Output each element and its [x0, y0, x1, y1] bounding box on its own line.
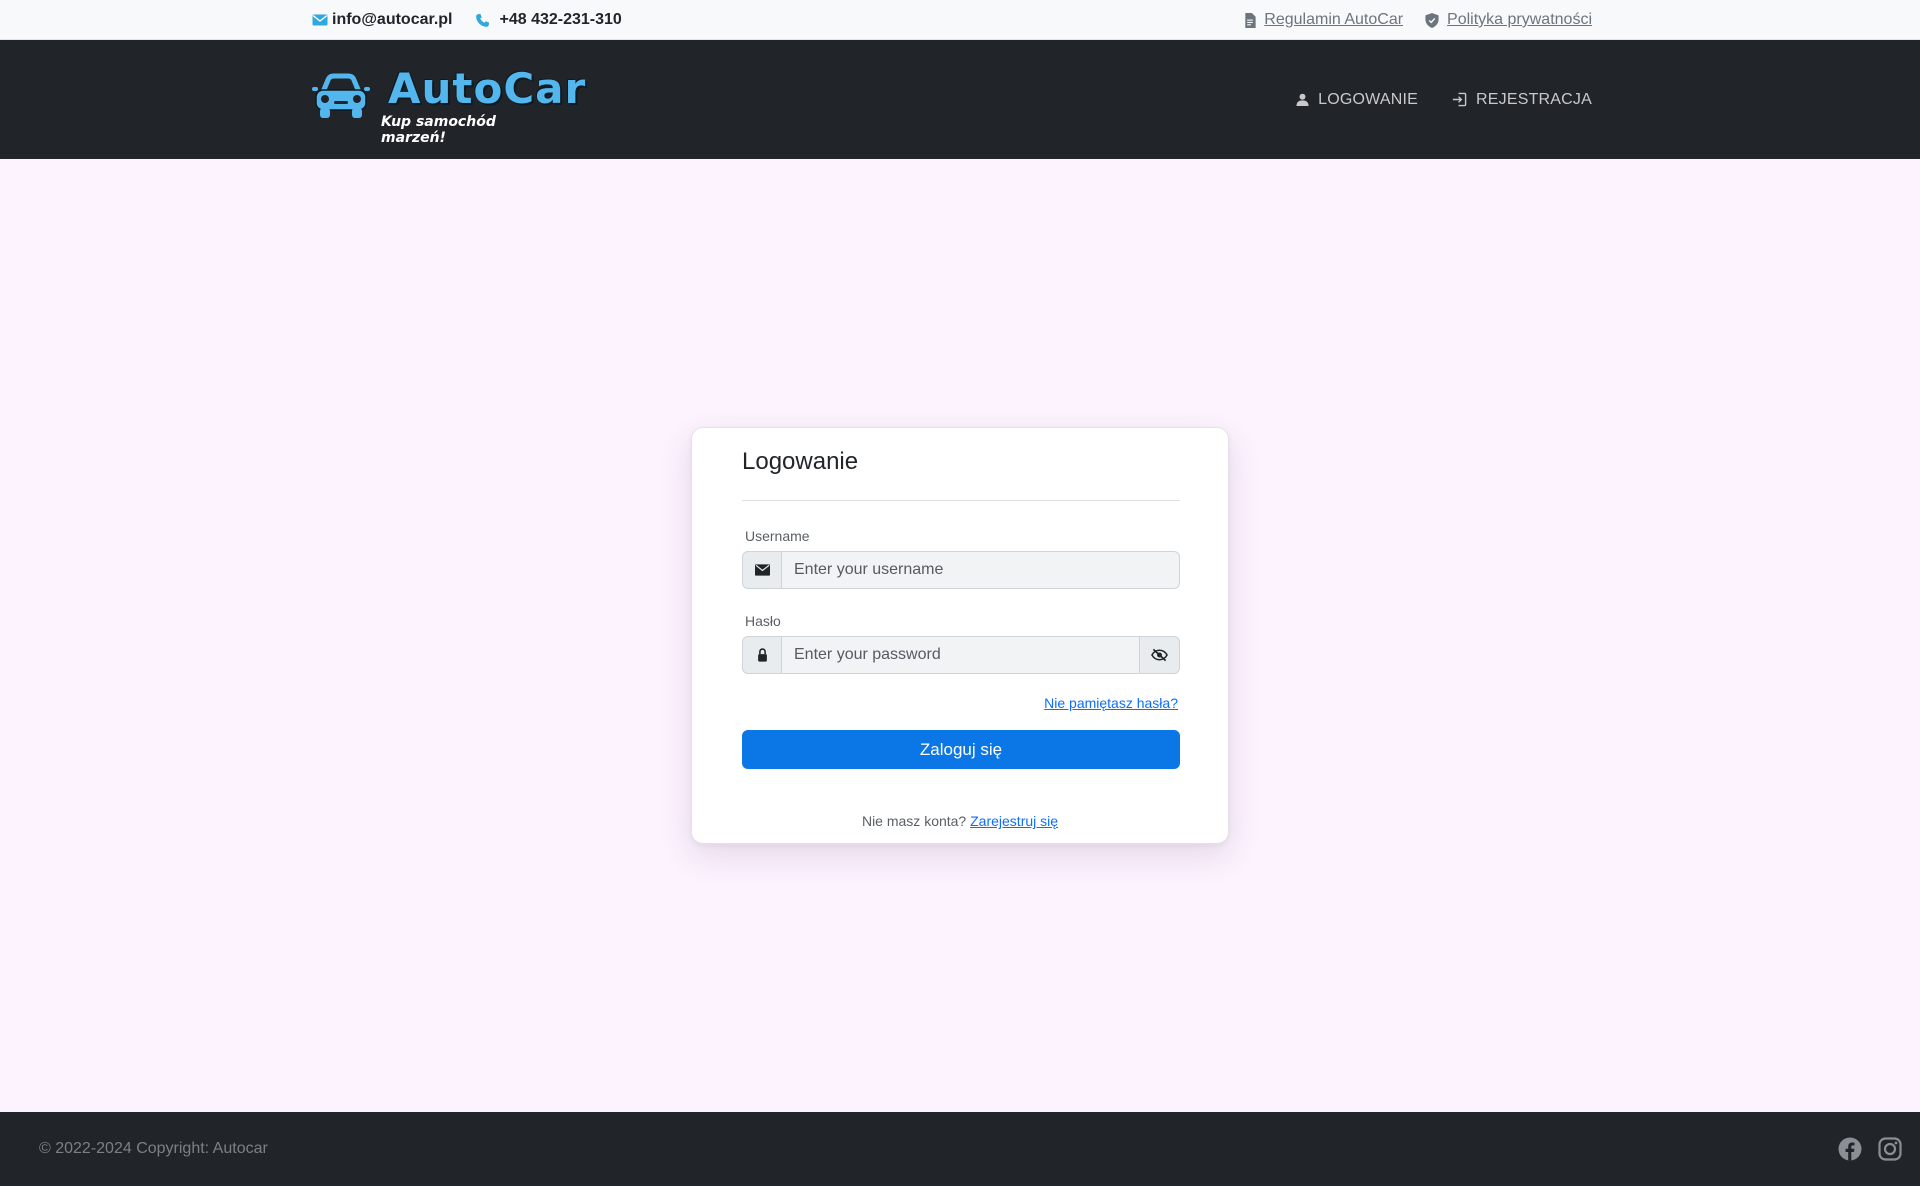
register-prompt: Nie masz konta? Zarejestruj się	[692, 813, 1228, 829]
nav-register-label: REJESTRACJA	[1476, 90, 1592, 108]
terms-link-text: Regulamin AutoCar	[1264, 11, 1404, 28]
login-submit-button[interactable]: Zaloguj się	[742, 730, 1180, 769]
password-addon	[742, 636, 782, 674]
sign-in-icon	[1452, 92, 1467, 107]
privacy-link-text: Polityka prywatności	[1447, 11, 1592, 28]
email-contact[interactable]: info@autocar.pl	[312, 11, 453, 29]
footer: © 2022-2024 Copyright: Autocar	[0, 1112, 1920, 1186]
phone-text: +48 432-231-310	[499, 11, 622, 28]
car-icon	[312, 73, 370, 118]
password-field-group	[742, 636, 1180, 674]
lock-icon	[757, 648, 767, 662]
envelope-icon	[754, 564, 770, 576]
username-field-group	[742, 551, 1180, 589]
facebook-icon[interactable]	[1838, 1137, 1862, 1161]
envelope-icon	[312, 14, 328, 26]
toggle-password-button[interactable]	[1140, 636, 1180, 674]
main-navbar: AutoCar Kup samochód marzeń! LOGOWANIE R…	[0, 40, 1920, 159]
eye-slash-icon	[1151, 648, 1168, 662]
user-icon	[1296, 93, 1309, 106]
password-label: Hasło	[745, 613, 781, 629]
nav-register-link[interactable]: REJESTRACJA	[1452, 91, 1592, 109]
phone-icon	[475, 13, 489, 27]
document-icon	[1245, 12, 1256, 28]
shield-icon	[1425, 12, 1439, 28]
username-input[interactable]	[782, 551, 1180, 589]
no-account-text: Nie masz konta?	[861, 813, 967, 829]
login-card: Logowanie Username Hasło Nie pa	[691, 427, 1229, 844]
brand-name: AutoCar	[388, 64, 587, 113]
phone-contact[interactable]: +48 432-231-310	[475, 11, 622, 29]
brand-logo[interactable]: AutoCar Kup samochód marzeń!	[312, 64, 585, 146]
top-contact-bar: info@autocar.pl +48 432-231-310 Regulami…	[0, 0, 1920, 40]
instagram-icon[interactable]	[1878, 1137, 1902, 1161]
privacy-link[interactable]: Polityka prywatności	[1425, 11, 1592, 29]
forgot-password-link[interactable]: Nie pamiętasz hasła?	[1044, 695, 1178, 711]
copyright-text: © 2022-2024 Copyright: Autocar	[39, 1140, 268, 1157]
register-link[interactable]: Zarejestruj się	[970, 813, 1058, 829]
brand-tagline: Kup samochód marzeń!	[381, 114, 496, 146]
nav-login-link[interactable]: LOGOWANIE	[1296, 91, 1418, 109]
terms-link[interactable]: Regulamin AutoCar	[1244, 11, 1403, 29]
email-text: info@autocar.pl	[332, 11, 453, 28]
nav-login-label: LOGOWANIE	[1318, 90, 1418, 108]
password-input[interactable]	[782, 636, 1140, 674]
title-divider	[742, 500, 1180, 501]
username-label: Username	[745, 528, 810, 544]
login-title: Logowanie	[742, 448, 859, 475]
username-addon	[742, 551, 782, 589]
